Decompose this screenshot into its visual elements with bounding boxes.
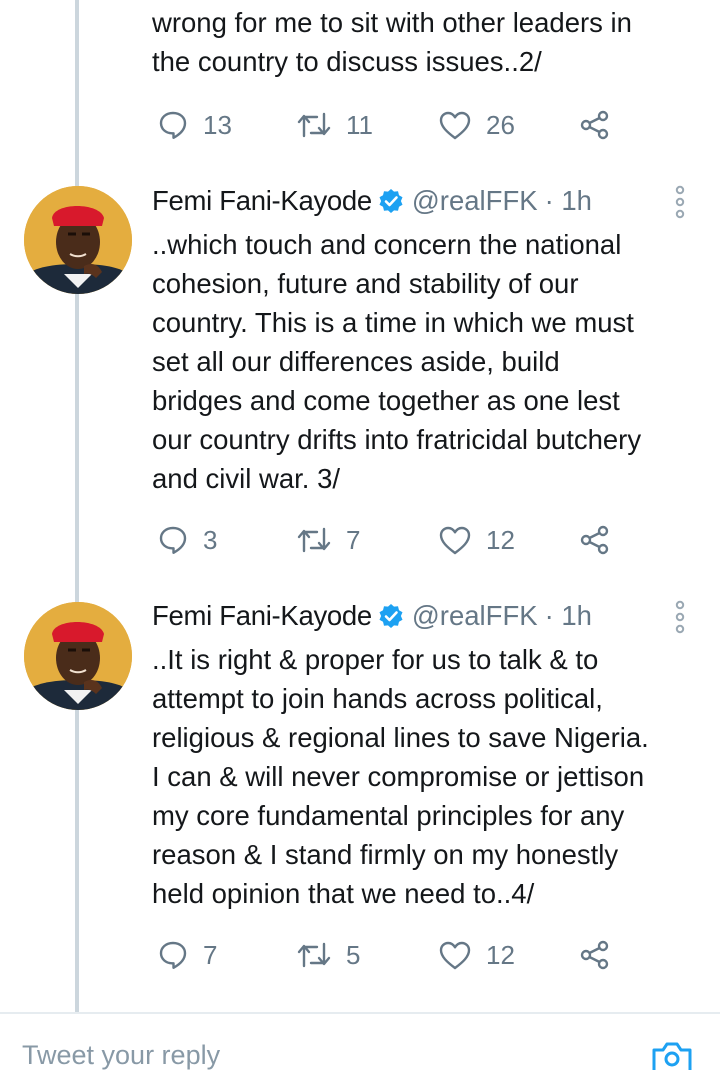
heart-icon — [439, 526, 471, 555]
retweet-count: 11 — [346, 109, 373, 140]
heart-icon — [439, 111, 471, 140]
tweet-timestamp[interactable]: · 1h — [545, 185, 592, 217]
speech-bubble-icon — [159, 111, 187, 139]
share-nodes-icon — [580, 525, 609, 555]
thread-connector-line — [75, 0, 79, 1012]
author-handle[interactable]: @realFFK — [412, 185, 538, 217]
tweet-header: Femi Fani-Kayode @realFFK · 1h — [152, 598, 592, 634]
author-name[interactable]: Femi Fani-Kayode — [152, 600, 372, 632]
tweet-timestamp[interactable]: · 1h — [545, 600, 592, 632]
retweet-arrows-icon — [297, 942, 331, 968]
reply-button[interactable]: 3 — [157, 520, 217, 560]
retweet-count: 5 — [346, 939, 361, 970]
like-count: 26 — [486, 109, 515, 140]
reply-count: 13 — [203, 109, 232, 140]
reply-count: 7 — [203, 939, 218, 970]
tweet-header: Femi Fani-Kayode @realFFK · 1h — [152, 183, 592, 219]
reply-input[interactable]: Tweet your reply — [22, 1040, 220, 1071]
verified-badge-icon — [378, 188, 404, 214]
tweet-text: ..which touch and concern the national c… — [152, 229, 642, 494]
speech-bubble-icon — [159, 941, 187, 969]
camera-icon[interactable] — [650, 1040, 694, 1070]
like-button[interactable]: 12 — [438, 520, 515, 560]
tweet-actions: 13 11 26 — [152, 105, 632, 145]
tweet-text: ..It is right & proper for us to talk & … — [152, 644, 649, 909]
like-button[interactable]: 26 — [438, 105, 515, 145]
like-button[interactable]: 12 — [438, 935, 515, 975]
retweet-arrows-icon — [297, 527, 331, 553]
profile-photo-image — [24, 186, 132, 294]
retweet-button[interactable]: 7 — [296, 520, 360, 560]
retweet-button[interactable]: 11 — [296, 105, 373, 145]
retweet-arrows-icon — [297, 112, 331, 138]
tweet-text: wrong for me to sit with other leaders i… — [152, 7, 632, 77]
verified-badge-icon — [378, 603, 404, 629]
profile-photo-image — [24, 602, 132, 710]
like-count: 12 — [486, 939, 515, 970]
heart-icon — [439, 941, 471, 970]
author-handle[interactable]: @realFFK — [412, 600, 538, 632]
share-nodes-icon — [580, 110, 609, 140]
share-nodes-icon — [580, 940, 609, 970]
avatar[interactable] — [24, 602, 132, 710]
avatar[interactable] — [24, 186, 132, 294]
reply-button[interactable]: 7 — [157, 935, 217, 975]
reply-button[interactable]: 13 — [157, 105, 232, 145]
tweet-actions: 3 7 12 — [152, 520, 632, 560]
retweet-count: 7 — [346, 524, 361, 555]
share-button[interactable] — [579, 105, 611, 145]
vertical-dots-icon[interactable] — [672, 600, 688, 634]
share-button[interactable] — [579, 520, 611, 560]
like-count: 12 — [486, 524, 515, 555]
speech-bubble-icon — [159, 526, 187, 554]
vertical-dots-icon[interactable] — [672, 185, 688, 219]
author-name[interactable]: Femi Fani-Kayode — [152, 185, 372, 217]
composer-divider — [0, 1012, 720, 1014]
reply-count: 3 — [203, 524, 218, 555]
share-button[interactable] — [579, 935, 611, 975]
retweet-button[interactable]: 5 — [296, 935, 360, 975]
tweet-actions: 7 5 12 — [152, 935, 632, 975]
